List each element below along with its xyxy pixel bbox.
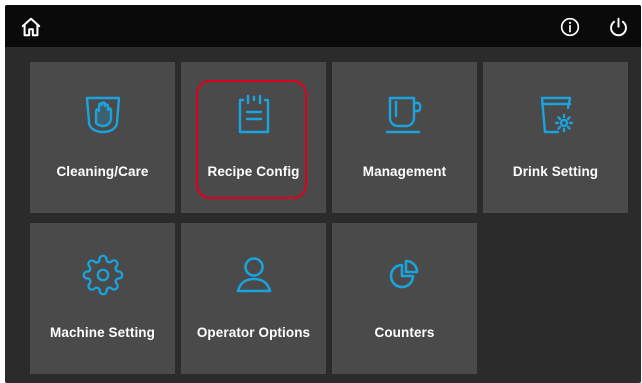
- gear-icon: [30, 251, 175, 299]
- coffee-cup-icon: [332, 90, 477, 138]
- tile-label: Machine Setting: [49, 325, 155, 340]
- tile-counters[interactable]: Counters: [332, 223, 477, 374]
- tile-operator-options[interactable]: Operator Options: [181, 223, 326, 374]
- tile-machine-setting[interactable]: Machine Setting: [30, 223, 175, 374]
- tile-cleaning-care[interactable]: Cleaning/Care: [30, 62, 175, 213]
- user-icon: [181, 251, 326, 299]
- cleaning-hand-icon: [30, 90, 175, 138]
- tile-label: Operator Options: [196, 325, 311, 340]
- tile-label: Cleaning/Care: [56, 164, 149, 179]
- top-bar: [5, 5, 641, 47]
- tile-label: Recipe Config: [207, 164, 300, 179]
- clipboard-icon: [181, 90, 326, 138]
- tile-label: Drink Setting: [512, 164, 599, 179]
- info-icon[interactable]: [558, 15, 582, 39]
- tile-recipe-config[interactable]: Recipe Config: [181, 62, 326, 213]
- home-icon[interactable]: [19, 15, 43, 39]
- tile-management[interactable]: Management: [332, 62, 477, 213]
- pie-chart-icon: [332, 251, 477, 299]
- power-icon[interactable]: [606, 15, 630, 39]
- tile-label: Management: [362, 164, 447, 179]
- cup-gear-icon: [483, 90, 628, 138]
- main-screen: Cleaning/Care Recipe Config Management D…: [5, 5, 641, 383]
- tile-drink-setting[interactable]: Drink Setting: [483, 62, 628, 213]
- tile-label: Counters: [374, 325, 435, 340]
